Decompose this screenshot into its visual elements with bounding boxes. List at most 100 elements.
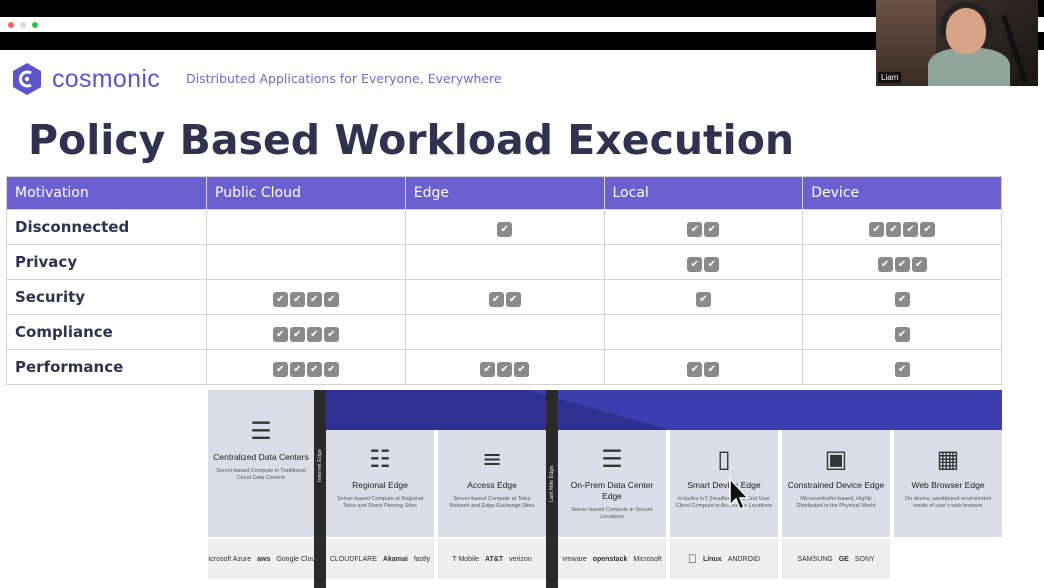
edge-tier-description: Server-based Compute in Secure Locations bbox=[571, 507, 653, 520]
checkbox-checked-icon: ✔ bbox=[289, 327, 305, 343]
server-icon: ☷ bbox=[369, 445, 391, 473]
check-cell: ✔ ✔ bbox=[404, 279, 605, 315]
screen: cosmonic Distributed Applications for Ev… bbox=[0, 0, 1044, 588]
vendor-logo-strip: SAMSUNG GE SONY bbox=[782, 539, 890, 579]
vendor-logo: SAMSUNG bbox=[797, 555, 833, 563]
server-rack-icon: ☰ bbox=[250, 417, 272, 445]
check-cell bbox=[404, 314, 605, 350]
edge-tier-panel: ☷ Regional Edge Server-based Compute at Re… bbox=[326, 430, 434, 537]
check-group: ✔ ✔ ✔ ✔ bbox=[272, 362, 339, 378]
vendor-logo-strip: CLOUDFLARE Akamai fastly bbox=[326, 539, 434, 579]
checkbox-checked-icon: ✔ bbox=[323, 327, 339, 343]
check-group: ✔ ✔ ✔ ✔ bbox=[869, 222, 936, 238]
check-group: ✔ ✔ ✔ ✔ bbox=[272, 327, 339, 343]
edge-tier-panel: ☰ Centralized Data Centers Server-based Co… bbox=[208, 390, 314, 537]
checkbox-checked-icon: ✔ bbox=[306, 292, 322, 308]
checkbox-checked-icon: ✔ bbox=[272, 362, 288, 378]
brand-name: cosmonic bbox=[52, 64, 160, 93]
diagram-banner bbox=[323, 390, 1002, 430]
edge-tier-description: Includes IoT (headless) and End User Cli… bbox=[675, 496, 773, 509]
checkbox-checked-icon: ✔ bbox=[886, 222, 902, 238]
checkbox-checked-icon: ✔ bbox=[869, 222, 885, 238]
checkbox-checked-icon: ✔ bbox=[894, 257, 910, 273]
check-cell: ✔ ✔ ✔ ✔ bbox=[206, 349, 406, 385]
edge-tier-description: Server-based Compute at Telco Network an… bbox=[449, 496, 535, 509]
table-header-row: Motivation Public Cloud Edge Local Devic… bbox=[6, 176, 1002, 210]
webcam-participant-name: Liam bbox=[878, 72, 902, 83]
column-header: Public Cloud bbox=[206, 176, 406, 210]
table-row: Compliance ✔ ✔ ✔ ✔ ✔ bbox=[6, 314, 1002, 350]
tower-server-icon: ≡ bbox=[481, 445, 503, 473]
last-mile-edge-label: Last Mile Edge bbox=[549, 465, 555, 502]
vendor-logo: aws bbox=[257, 555, 271, 563]
vendor-logo: GE bbox=[838, 555, 849, 563]
check-group: ✔ ✔ ✔ ✔ bbox=[272, 292, 339, 308]
minimize-window-icon[interactable] bbox=[20, 21, 26, 28]
microcontroller-icon: ▣ bbox=[824, 445, 848, 473]
check-group: ✔ bbox=[894, 362, 910, 378]
check-group: ✔ bbox=[695, 292, 711, 308]
brand-tagline: Distributed Applications for Everyone, E… bbox=[186, 71, 502, 86]
checkbox-checked-icon: ✔ bbox=[894, 327, 910, 343]
column-header: Motivation bbox=[6, 176, 207, 210]
check-group: ✔ ✔ bbox=[687, 362, 720, 378]
check-cell bbox=[206, 209, 406, 245]
check-cell: ✔ ✔ bbox=[603, 209, 804, 245]
checkbox-checked-icon: ✔ bbox=[920, 222, 936, 238]
vendor-logo: CLOUDFLARE bbox=[329, 555, 377, 563]
edge-tier-title: Web Browser Edge bbox=[911, 480, 985, 490]
check-cell bbox=[404, 244, 605, 280]
checkbox-checked-icon: ✔ bbox=[877, 257, 893, 273]
internet-edge-label: Internet Edge bbox=[317, 448, 323, 482]
checkbox-checked-icon: ✔ bbox=[903, 222, 919, 238]
check-cell: ✔ bbox=[802, 279, 1002, 315]
check-group: ✔ ✔ ✔ bbox=[877, 257, 927, 273]
vendor-logo: Linux bbox=[698, 555, 722, 563]
checkbox-checked-icon: ✔ bbox=[687, 362, 703, 378]
table-row: Security ✔ ✔ ✔ ✔ ✔ ✔ ✔ ✔ bbox=[6, 279, 1002, 315]
column-header: Local bbox=[603, 176, 804, 210]
checkbox-checked-icon: ✔ bbox=[704, 362, 720, 378]
vendor-logo: Microsoft Azure bbox=[208, 555, 252, 563]
table-row: Privacy ✔ ✔ ✔ ✔ ✔ bbox=[6, 244, 1002, 280]
vendor-logo: Microsoft bbox=[633, 555, 662, 563]
vendor-logo: openstack bbox=[592, 555, 628, 563]
cosmonic-logo-icon bbox=[13, 63, 41, 95]
row-label: Compliance bbox=[6, 314, 207, 350]
vendor-logo: fastly bbox=[413, 555, 431, 563]
checkbox-checked-icon: ✔ bbox=[323, 362, 339, 378]
check-cell: ✔ ✔ bbox=[603, 244, 804, 280]
vendor-logo: AT&T bbox=[484, 555, 504, 563]
headphones-icon bbox=[940, 2, 992, 36]
vendor-logo: Google Cloud bbox=[276, 555, 320, 563]
edge-tier-description: On device, sandboxed environment inside … bbox=[904, 496, 992, 509]
check-group: ✔ ✔ ✔ bbox=[480, 362, 530, 378]
edge-tier-description: Server-based Compute in Traditional Clou… bbox=[216, 468, 306, 481]
maximize-window-icon[interactable] bbox=[32, 21, 38, 28]
edge-tier-panel: ▦ Web Browser Edge On device, sandboxed en… bbox=[894, 430, 1002, 537]
check-cell: ✔ ✔ ✔ ✔ bbox=[206, 279, 406, 315]
check-group: ✔ bbox=[894, 292, 910, 308]
check-group: ✔ bbox=[497, 222, 513, 238]
vendor-logo: verizon bbox=[509, 555, 532, 563]
motivation-table: Motivation Public Cloud Edge Local Devic… bbox=[6, 176, 1002, 385]
vendor-logo-strip: T Mobile AT&T verizon bbox=[438, 539, 546, 579]
checkbox-checked-icon: ✔ bbox=[695, 292, 711, 308]
slide-title: Policy Based Workload Execution bbox=[28, 116, 795, 164]
check-group: ✔ ✔ bbox=[687, 222, 720, 238]
phone-router-icon: ▯ bbox=[717, 445, 731, 473]
check-group: ✔ ✔ bbox=[488, 292, 521, 308]
close-window-icon[interactable] bbox=[8, 21, 14, 28]
webcam-video[interactable]: Liam bbox=[876, 0, 1038, 86]
edge-tier-title: Centralized Data Centers bbox=[213, 452, 309, 462]
browser-globe-icon: ▦ bbox=[936, 445, 960, 473]
checkbox-checked-icon: ✔ bbox=[306, 327, 322, 343]
vendor-logo-strip: Microsoft Azure aws Google Cloud bbox=[208, 539, 319, 579]
checkbox-checked-icon: ✔ bbox=[687, 257, 703, 273]
check-group: ✔ bbox=[894, 327, 910, 343]
edge-tier-title: Smart Device Edge bbox=[687, 480, 761, 490]
edge-tier-panel: ☰ On-Prem Data Center Edge Server-based Co… bbox=[558, 430, 666, 537]
vendor-logo-strip: vmware openstack Microsoft bbox=[558, 539, 666, 579]
row-label: Disconnected bbox=[6, 209, 207, 245]
server-stack-icon: ☰ bbox=[601, 445, 623, 473]
